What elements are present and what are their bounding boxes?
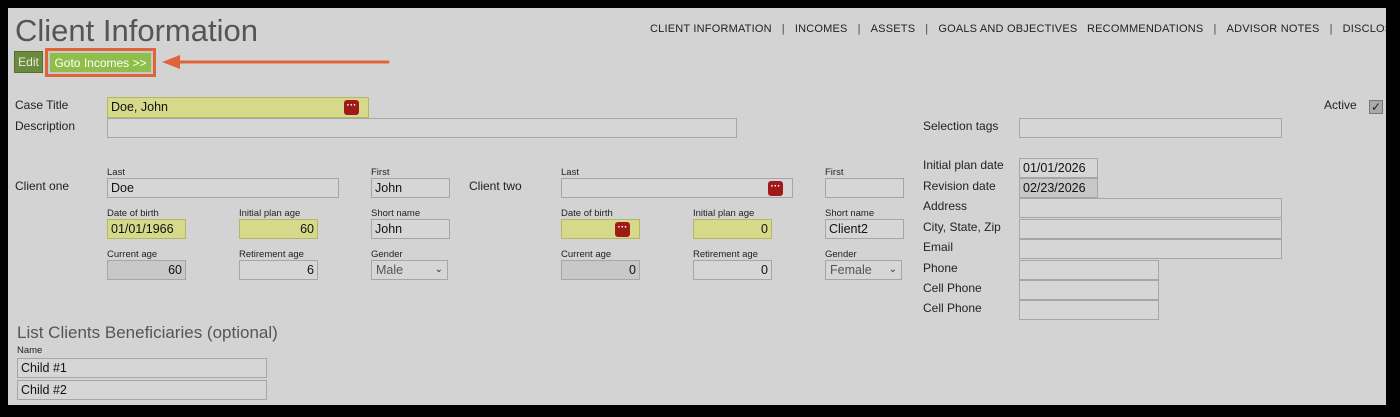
client-two-last-input[interactable]: ··· (561, 178, 793, 198)
client-one-plan-age-label: Initial plan age (239, 208, 301, 219)
cell-phone-2-label: Cell Phone (923, 301, 982, 315)
client-two-last-label: Last (561, 167, 579, 178)
client-one-gender-select[interactable]: Male ⌄ (371, 260, 448, 280)
goto-incomes-button[interactable]: Goto Incomes >> (50, 53, 151, 72)
client-one-retirement-age-label: Retirement age (239, 249, 304, 260)
nav-advisor-notes[interactable]: ADVISOR NOTES (1227, 23, 1320, 35)
description-input[interactable] (107, 118, 737, 138)
client-two-gender-value: Female (830, 263, 872, 277)
revision-date-label: Revision date (923, 179, 996, 193)
chevron-down-icon: ⌄ (888, 264, 897, 275)
revision-date-input: 02/23/2026 (1019, 178, 1098, 198)
phone-label: Phone (923, 261, 958, 275)
selection-tags-label: Selection tags (923, 119, 999, 133)
client-one-last-label: Last (107, 167, 125, 178)
client-two-gender-select[interactable]: Female ⌄ (825, 260, 902, 280)
nav-separator: | (925, 23, 929, 35)
nav-recommendations[interactable]: RECOMMENDATIONS (1087, 23, 1203, 35)
cell-phone-label: Cell Phone (923, 281, 982, 295)
address-input[interactable] (1019, 198, 1282, 218)
nav-separator: | (781, 23, 785, 35)
nav-separator: | (857, 23, 861, 35)
address-label: Address (923, 199, 968, 213)
client-two-last-lookup-icon[interactable]: ··· (768, 181, 783, 196)
beneficiaries-heading: List Clients Beneficiaries (optional) (17, 323, 278, 342)
client-two-retirement-age-label: Retirement age (693, 249, 758, 260)
city-state-zip-input[interactable] (1019, 219, 1282, 239)
client-one-dob-label: Date of birth (107, 208, 159, 219)
top-nav-left: CLIENT INFORMATION | INCOMES | ASSETS | GOALS … (650, 23, 1077, 35)
checkmark-icon: ✓ (1370, 100, 1382, 114)
page-title: Client Information (15, 13, 258, 48)
selection-tags-input[interactable] (1019, 118, 1282, 138)
client-two-first-input[interactable] (825, 178, 904, 198)
cell-phone-2-input[interactable] (1019, 300, 1159, 320)
chevron-down-icon: ⌄ (434, 264, 443, 275)
nav-separator: | (1213, 23, 1217, 35)
phone-input[interactable] (1019, 260, 1159, 280)
beneficiary-name-input[interactable]: Child #1 (17, 358, 267, 378)
client-two-label: Client two (469, 179, 522, 193)
description-label: Description (15, 119, 76, 133)
client-one-short-name-input[interactable]: John (371, 219, 450, 239)
client-two-short-name-label: Short name (825, 208, 875, 219)
client-two-dob-picker-icon[interactable]: ··· (615, 222, 630, 237)
nav-assets[interactable]: ASSETS (871, 23, 916, 35)
client-two-retirement-age-input[interactable]: 0 (693, 260, 772, 280)
nav-separator: | (1329, 23, 1333, 35)
case-title-value: Doe, John (111, 100, 168, 114)
case-title-input[interactable]: Doe, John ··· (107, 97, 369, 118)
client-one-first-input[interactable]: John (371, 178, 450, 198)
nav-disclosure[interactable]: DISCLOSURE (1343, 23, 1386, 35)
client-two-gender-label: Gender (825, 249, 857, 260)
callout-arrow (162, 55, 390, 69)
edit-button[interactable]: Edit (14, 51, 43, 73)
client-two-plan-age-input[interactable]: 0 (693, 219, 772, 239)
city-state-zip-label: City, State, Zip (923, 220, 1001, 234)
nav-goals-and-objectives[interactable]: GOALS AND OBJECTIVES (938, 23, 1077, 35)
initial-plan-date-label: Initial plan date (923, 158, 1004, 172)
client-two-dob-label: Date of birth (561, 208, 613, 219)
client-one-label: Client one (15, 179, 70, 193)
client-one-plan-age-input[interactable]: 60 (239, 219, 318, 239)
client-one-gender-label: Gender (371, 249, 403, 260)
client-one-first-label: First (371, 167, 390, 178)
client-information-page: Client Information CLIENT INFORMATION | IN… (8, 8, 1386, 405)
case-title-label: Case Title (15, 98, 69, 112)
beneficiary-name-label: Name (17, 345, 43, 356)
client-one-current-age-label: Current age (107, 249, 158, 260)
nav-incomes[interactable]: INCOMES (795, 23, 848, 35)
client-one-retirement-age-input[interactable]: 6 (239, 260, 318, 280)
email-input[interactable] (1019, 239, 1282, 259)
client-two-plan-age-label: Initial plan age (693, 208, 755, 219)
client-two-dob-input[interactable]: ··· (561, 219, 640, 239)
initial-plan-date-input[interactable]: 01/01/2026 (1019, 158, 1098, 178)
client-one-gender-value: Male (376, 263, 404, 277)
client-one-last-input[interactable]: Doe (107, 178, 339, 198)
active-checkbox[interactable]: ✓ (1369, 100, 1383, 114)
nav-client-information[interactable]: CLIENT INFORMATION (650, 23, 772, 35)
client-two-first-label: First (825, 167, 844, 178)
email-label: Email (923, 240, 954, 254)
beneficiary-name-input[interactable]: Child #2 (17, 380, 267, 400)
cell-phone-input[interactable] (1019, 280, 1159, 300)
client-two-current-age-label: Current age (561, 249, 612, 260)
case-title-lookup-icon[interactable]: ··· (344, 100, 359, 115)
client-one-short-name-label: Short name (371, 208, 421, 219)
client-two-current-age-input: 0 (561, 260, 640, 280)
top-nav-right: RECOMMENDATIONS | ADVISOR NOTES | DISCLOSURE (1087, 23, 1386, 35)
client-one-current-age-input: 60 (107, 260, 186, 280)
active-label: Active (1324, 98, 1357, 112)
goto-incomes-highlight: Goto Incomes >> (45, 48, 156, 77)
client-one-dob-input[interactable]: 01/01/1966 (107, 219, 186, 239)
client-two-short-name-input[interactable]: Client2 (825, 219, 904, 239)
